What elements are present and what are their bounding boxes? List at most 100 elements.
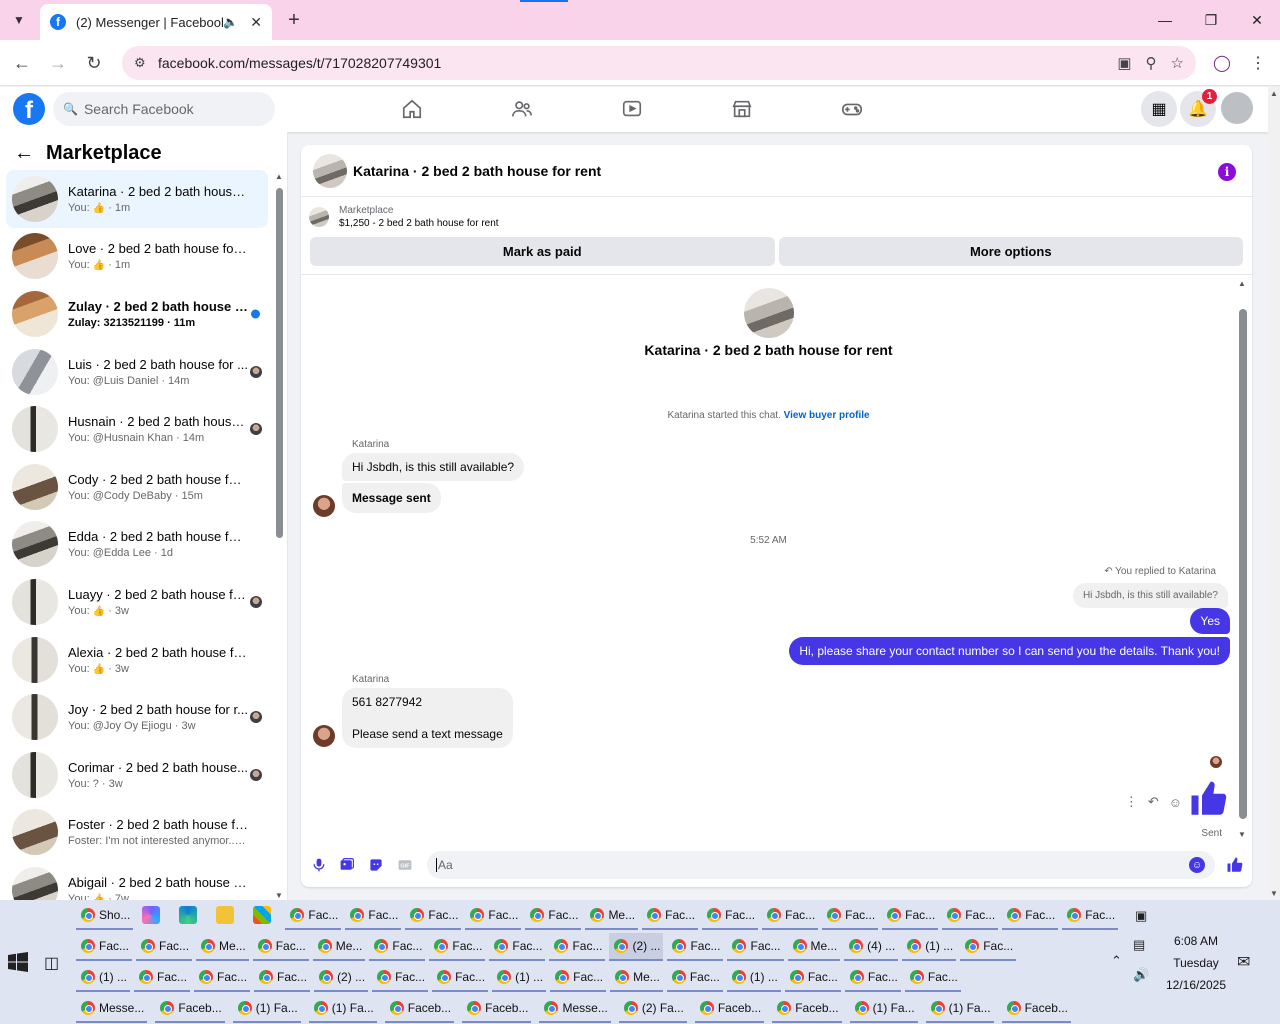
reply-icon[interactable]: ↶ bbox=[1148, 794, 1159, 810]
taskbar-window-item[interactable]: (1) Fa... bbox=[925, 995, 994, 1023]
scrollbar-thumb[interactable] bbox=[276, 188, 283, 538]
window-close-button[interactable]: ✕ bbox=[1234, 0, 1280, 40]
taskbar-window-item[interactable]: Fac... bbox=[667, 933, 724, 961]
taskbar-window-item[interactable]: Fac... bbox=[136, 933, 193, 961]
minimize-button[interactable]: — bbox=[1142, 0, 1188, 40]
taskbar-window-item[interactable]: Fac... bbox=[822, 902, 879, 930]
incoming-message[interactable]: Message sent bbox=[342, 483, 441, 513]
scroll-down-icon[interactable]: ▼ bbox=[1270, 889, 1278, 898]
scroll-up-icon[interactable]: ▲ bbox=[1270, 89, 1278, 98]
taskbar-window-item[interactable]: Fac... bbox=[1002, 902, 1059, 930]
taskbar-window-item[interactable]: Fac... bbox=[285, 902, 342, 930]
scroll-up-icon[interactable]: ▲ bbox=[275, 172, 283, 181]
marketplace-icon[interactable] bbox=[722, 94, 762, 124]
sidebar-scrollbar[interactable]: ▲ ▼ bbox=[274, 172, 284, 900]
reload-button[interactable]: ↻ bbox=[81, 50, 107, 76]
taskbar-window-item[interactable]: Fac... bbox=[432, 964, 489, 992]
marketplace-listing-bar[interactable]: Marketplace $1,250 - 2 bed 2 bath house … bbox=[309, 203, 1243, 231]
taskbar-window-item[interactable]: (1) Fa... bbox=[849, 995, 918, 1023]
taskbar-window-item[interactable]: Messe... bbox=[76, 995, 148, 1023]
conversation-item[interactable]: Abigail · 2 bed 2 bath house for... You: … bbox=[6, 861, 268, 900]
gif-icon[interactable]: GIF bbox=[395, 855, 415, 875]
new-tab-button[interactable]: + bbox=[282, 8, 306, 32]
taskbar-window-item[interactable]: Fac... bbox=[369, 933, 426, 961]
browser-tab-active[interactable]: f (2) Messenger | Facebook 🔈 ✕ bbox=[40, 4, 272, 40]
taskbar-pinned-app[interactable] bbox=[211, 902, 244, 930]
thumbs-up-icon[interactable] bbox=[1188, 778, 1230, 820]
taskbar-window-item[interactable]: Fac... bbox=[465, 902, 522, 930]
outgoing-message[interactable]: Yes bbox=[1190, 608, 1230, 634]
taskbar-window-item[interactable]: (1) Fa... bbox=[308, 995, 377, 1023]
taskbar-window-item[interactable]: (1) ... bbox=[76, 964, 131, 992]
taskbar-window-item[interactable]: Fac... bbox=[194, 964, 251, 992]
tab-close-icon[interactable]: ✕ bbox=[250, 14, 262, 31]
back-arrow-icon[interactable]: ← bbox=[14, 142, 34, 165]
profile-icon[interactable]: ◯ bbox=[1209, 50, 1235, 76]
taskbar-window-item[interactable]: Fac... bbox=[252, 933, 309, 961]
conversation-item[interactable]: Alexia · 2 bed 2 bath house for ... You: … bbox=[6, 631, 268, 689]
taskbar-window-item[interactable]: Fac... bbox=[882, 902, 939, 930]
conversation-item[interactable]: Joy · 2 bed 2 bath house for r... You: @J… bbox=[6, 688, 268, 746]
photo-icon[interactable] bbox=[337, 855, 357, 875]
back-button[interactable]: ← bbox=[9, 50, 35, 76]
taskbar-window-item[interactable]: (1) ... bbox=[492, 964, 547, 992]
listing-thumbnail[interactable] bbox=[313, 153, 347, 188]
page-scrollbar[interactable]: ▲ ▼ bbox=[1268, 87, 1280, 900]
send-like-icon[interactable] bbox=[1225, 855, 1245, 875]
profile-avatar[interactable] bbox=[1221, 92, 1253, 124]
taskbar-window-item[interactable]: (1) ... bbox=[902, 933, 957, 961]
more-dots-icon[interactable]: ⋮ bbox=[1125, 794, 1138, 810]
taskbar-window-item[interactable]: (4) ... bbox=[844, 933, 899, 961]
scrollbar-thumb[interactable] bbox=[1239, 309, 1247, 819]
quoted-message[interactable]: Hi Jsbdh, is this still available? bbox=[1072, 583, 1228, 608]
incoming-message[interactable]: Hi Jsbdh, is this still available? bbox=[342, 453, 525, 481]
conversation-item[interactable]: Love · 2 bed 2 bath house for re... You: … bbox=[6, 228, 268, 286]
view-buyer-profile-link[interactable]: View buyer profile bbox=[784, 410, 870, 421]
taskbar-window-item[interactable]: Faceb... bbox=[155, 995, 225, 1023]
conversation-item[interactable]: Cody · 2 bed 2 bath house for r... You: @… bbox=[6, 458, 268, 516]
taskbar-window-item[interactable]: Faceb... bbox=[1001, 995, 1071, 1023]
taskbar-pinned-app[interactable] bbox=[137, 902, 170, 930]
taskbar-window-item[interactable]: Fac... bbox=[76, 933, 133, 961]
taskbar-window-item[interactable]: Fac... bbox=[727, 933, 784, 961]
taskbar-window-item[interactable]: Fac... bbox=[550, 964, 607, 992]
conversation-item[interactable]: Husnain · 2 bed 2 bath house... You: @Hus… bbox=[6, 400, 268, 458]
taskbar-window-item[interactable]: Me... bbox=[610, 964, 663, 992]
taskbar-window-item[interactable]: Messe... bbox=[539, 995, 611, 1023]
taskbar-window-item[interactable]: Me... bbox=[585, 902, 639, 930]
taskbar-window-item[interactable]: Fac... bbox=[666, 964, 723, 992]
taskbar-window-item[interactable]: (2) ... bbox=[609, 933, 664, 961]
url-text[interactable]: facebook.com/messages/t/717028207749301 bbox=[158, 55, 441, 71]
taskbar-window-item[interactable]: Sho... bbox=[76, 902, 134, 930]
meet-now-icon[interactable]: ▣ bbox=[1135, 908, 1147, 924]
taskbar-window-item[interactable]: Faceb... bbox=[694, 995, 765, 1023]
conversation-item[interactable]: Foster · 2 bed 2 bath house for ... Foste… bbox=[6, 804, 268, 862]
home-icon[interactable] bbox=[392, 94, 432, 124]
menu-grid-icon[interactable]: ▦ bbox=[1141, 91, 1177, 127]
site-settings-icon[interactable]: ⚙ bbox=[134, 55, 152, 71]
taskbar-window-item[interactable]: (1) ... bbox=[726, 964, 781, 992]
facebook-logo-icon[interactable]: f bbox=[13, 93, 45, 125]
taskbar-window-item[interactable]: Fac... bbox=[254, 964, 311, 992]
taskbar-window-item[interactable]: Fac... bbox=[405, 902, 462, 930]
react-smiley-icon[interactable]: ☺ bbox=[1169, 795, 1182, 810]
taskbar-window-item[interactable]: Fac... bbox=[1062, 902, 1119, 930]
conversation-item[interactable]: Luis · 2 bed 2 bath house for ... You: @L… bbox=[6, 343, 268, 401]
volume-icon[interactable]: 🔊 bbox=[1133, 967, 1149, 983]
network-icon[interactable]: ▤ bbox=[1133, 937, 1145, 953]
search-input[interactable]: 🔍 Search Facebook bbox=[53, 92, 275, 126]
taskbar-window-item[interactable]: Me... bbox=[312, 933, 366, 961]
emoji-icon[interactable]: ☺ bbox=[1189, 857, 1205, 873]
taskbar-pinned-app[interactable] bbox=[174, 902, 207, 930]
action-center-icon[interactable]: ✉ bbox=[1237, 952, 1257, 972]
bookmark-star-icon[interactable]: ☆ bbox=[1171, 54, 1184, 72]
microphone-icon[interactable] bbox=[309, 855, 329, 875]
taskbar-window-item[interactable]: (2) Fa... bbox=[618, 995, 687, 1023]
taskbar-window-item[interactable]: Fac... bbox=[762, 902, 819, 930]
restore-button[interactable]: ❐ bbox=[1188, 0, 1234, 40]
taskbar-pinned-app[interactable] bbox=[248, 902, 281, 930]
tab-search-chevron-icon[interactable]: ▼ bbox=[8, 9, 30, 31]
scroll-down-icon[interactable]: ▼ bbox=[275, 891, 283, 900]
taskbar-window-item[interactable]: Fac... bbox=[489, 933, 546, 961]
friends-icon[interactable] bbox=[502, 94, 542, 124]
